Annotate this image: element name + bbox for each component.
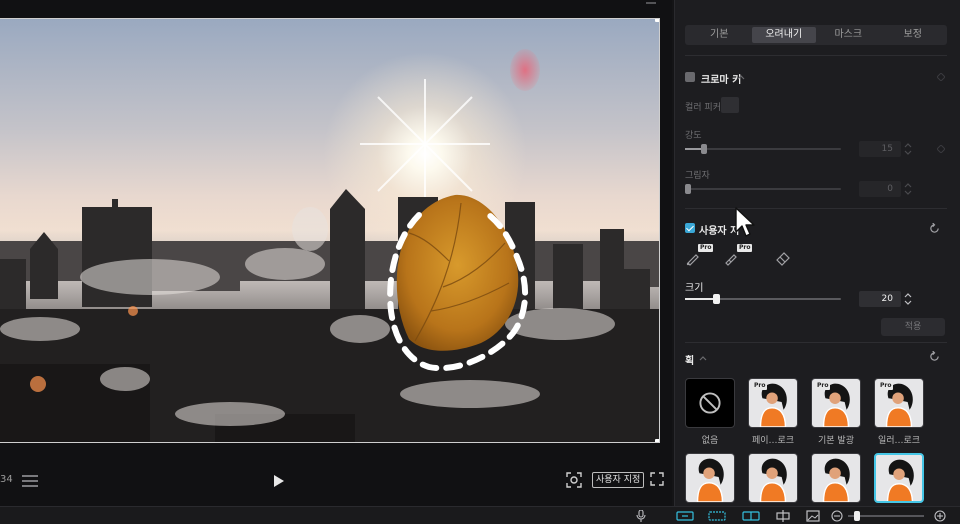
microphone-icon[interactable]: [636, 510, 646, 522]
tab-mask[interactable]: 마스크: [816, 27, 881, 43]
stroke-thumb[interactable]: [685, 453, 735, 503]
stroke-thumb[interactable]: [874, 453, 924, 503]
strength-value[interactable]: 15: [859, 141, 901, 157]
chroma-key-title: 크로마 키: [701, 75, 742, 86]
keyframe-icon[interactable]: [937, 73, 945, 81]
stroke-thumb[interactable]: Pro: [874, 378, 924, 428]
video-preview: 34 사용자 지정: [0, 0, 672, 506]
stroke-thumb[interactable]: Pro: [748, 378, 798, 428]
size-value[interactable]: 20: [859, 291, 901, 307]
stroke-preset-label: 페이…로크: [751, 436, 795, 446]
stroke-preset-label: 일러…로크: [877, 436, 921, 446]
strength-label: 강도: [685, 131, 702, 141]
leaf-cutout[interactable]: [385, 191, 537, 373]
divider: [685, 55, 947, 56]
preview-canvas[interactable]: [0, 18, 660, 443]
stroke-none-thumb[interactable]: [685, 378, 735, 428]
slider-fill: [685, 298, 717, 300]
properties-panel: 기본 오려내기 마스크 보정 크로마 키 컬러 피커 강도 15 그림자 0 사…: [674, 0, 960, 506]
timeline-zoom-slider[interactable]: [848, 511, 924, 521]
shadow-stepper[interactable]: [903, 181, 913, 197]
menu-icon[interactable]: [644, 0, 658, 6]
tab-cutout[interactable]: 오려내기: [751, 27, 816, 43]
color-picker-label: 컬러 피커: [685, 103, 721, 113]
slider-thumb[interactable]: [854, 511, 861, 521]
brush-icon[interactable]: [685, 250, 701, 266]
size-stepper[interactable]: [903, 291, 913, 307]
magnet-link-icon[interactable]: [676, 510, 694, 522]
play-icon[interactable]: [270, 473, 286, 489]
color-picker-swatch[interactable]: [721, 97, 739, 113]
strength-stepper[interactable]: [903, 141, 913, 157]
custom-cutout-checkbox[interactable]: [685, 223, 695, 233]
chroma-key-checkbox[interactable]: [685, 72, 695, 82]
person-figure-icon: [696, 458, 724, 502]
zoom-out-icon[interactable]: [831, 510, 843, 522]
divider: [685, 208, 947, 209]
tab-basic[interactable]: 기본: [687, 27, 752, 43]
size-slider[interactable]: [685, 294, 841, 304]
pro-badge: Pro: [878, 382, 894, 390]
fullscreen-icon[interactable]: [650, 472, 664, 486]
stroke-title: 획: [685, 356, 695, 367]
eraser-brush-icon[interactable]: [723, 250, 739, 266]
zoom-in-icon[interactable]: [934, 510, 946, 522]
pro-badge: Pro: [815, 382, 831, 390]
no-stroke-icon: [699, 392, 721, 414]
pro-badge: Pro: [737, 244, 753, 252]
preview-link-icon[interactable]: [708, 510, 726, 522]
slider-thumb[interactable]: [685, 184, 691, 194]
stroke-presets: 없음 Pro 페이…로크 Pro 기본 발광 Pro 일러…로크: [685, 378, 947, 508]
stroke-preset-label: 기본 발광: [818, 436, 854, 446]
stroke-thumb[interactable]: [811, 453, 861, 503]
apply-button[interactable]: 적용: [881, 318, 945, 336]
pro-badge: Pro: [698, 244, 714, 252]
player-controls: 34 사용자 지정: [0, 466, 672, 496]
city-skyline: [0, 79, 659, 442]
slider-thumb[interactable]: [713, 294, 721, 304]
mouse-cursor: [735, 207, 755, 237]
split-icon[interactable]: [776, 510, 790, 522]
snap-icon[interactable]: [742, 510, 760, 522]
person-figure-icon: [759, 458, 787, 502]
resize-handle[interactable]: [655, 439, 659, 442]
stroke-thumb[interactable]: [748, 453, 798, 503]
stroke-preset-label: 없음: [701, 436, 719, 446]
slider-thumb[interactable]: [700, 144, 707, 154]
chevron-up-icon[interactable]: [737, 74, 745, 80]
resize-handle[interactable]: [655, 19, 659, 22]
divider: [685, 342, 947, 343]
size-label: 크기: [685, 283, 704, 294]
shadow-value[interactable]: 0: [859, 181, 901, 197]
keyframe-icon[interactable]: [937, 145, 945, 153]
cutout-sub-tabs: 기본 오려내기 마스크 보정: [685, 25, 947, 45]
reset-icon[interactable]: [929, 223, 940, 234]
screenshot-icon[interactable]: [566, 472, 582, 488]
shadow-label: 그림자: [685, 171, 710, 181]
strength-slider[interactable]: [685, 144, 841, 154]
picture-icon[interactable]: [806, 510, 820, 522]
person-figure-icon: [822, 458, 850, 502]
timeline-toolbar: [0, 506, 960, 524]
pro-badge: Pro: [752, 382, 768, 390]
aspect-ratio-button[interactable]: 사용자 지정: [592, 472, 645, 488]
reset-icon[interactable]: [929, 351, 940, 362]
stroke-thumb[interactable]: Pro: [811, 378, 861, 428]
panel-top-tabs: [675, 0, 960, 6]
timecode: 34: [0, 474, 13, 485]
tab-adjust[interactable]: 보정: [881, 27, 946, 43]
chevron-up-icon[interactable]: [699, 355, 707, 361]
eraser-icon[interactable]: [775, 250, 791, 266]
person-figure-icon: [886, 459, 914, 501]
list-view-icon[interactable]: [22, 475, 38, 487]
shadow-slider[interactable]: [685, 184, 841, 194]
